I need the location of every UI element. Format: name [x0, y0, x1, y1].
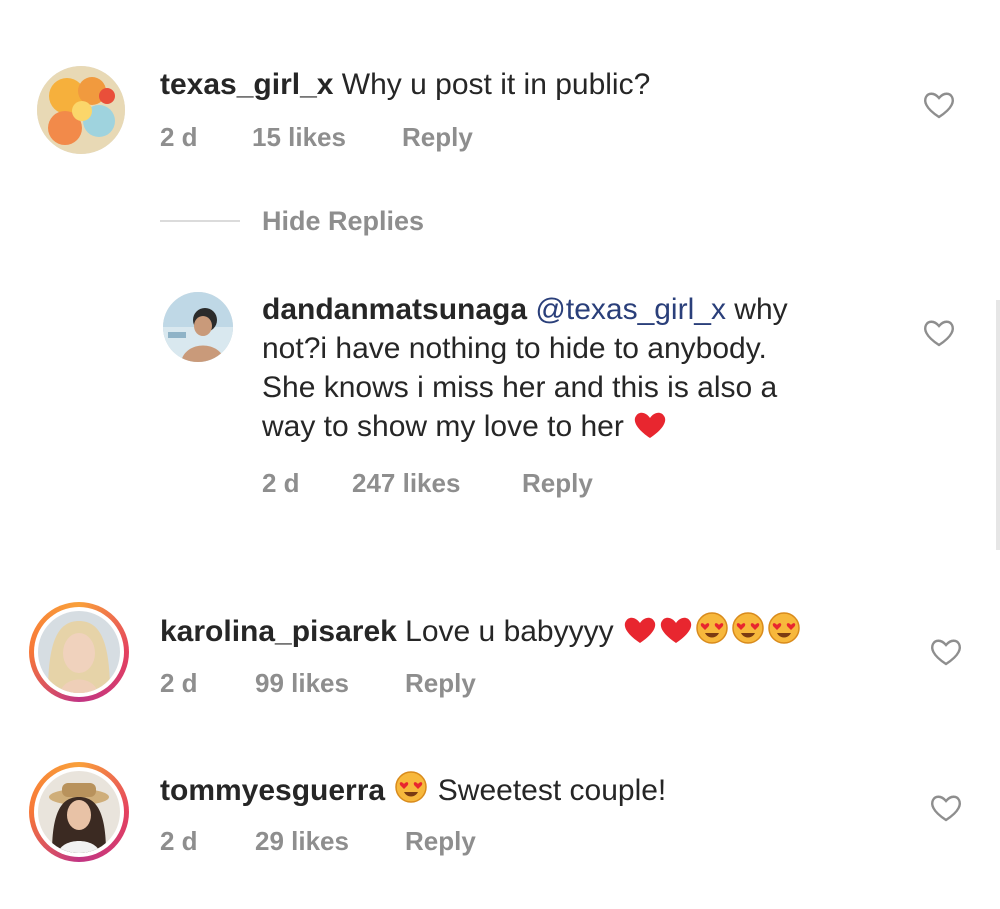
comment-time: 2 d: [160, 122, 198, 152]
comment-reply-button[interactable]: Reply: [405, 826, 476, 857]
comment-likes-count[interactable]: 15 likes: [252, 122, 402, 153]
avatar-story-ring[interactable]: [29, 762, 129, 862]
reply-text-line-2: not?i have nothing to hide to anybody.: [262, 332, 767, 365]
scrollbar[interactable]: [996, 300, 1000, 550]
heart-eyes-emoji-icon: [766, 611, 802, 655]
comment-texas-girl-x: texas_girl_x Why u post it in public? 2 …: [0, 0, 1000, 200]
comment-text: Sweetest couple!: [437, 774, 667, 807]
like-heart-icon[interactable]: [929, 793, 963, 823]
red-heart-emoji-icon: [632, 410, 668, 450]
red-heart-emoji-icon: [622, 615, 658, 655]
reply-text-line-4: way to show my love to her: [262, 410, 624, 443]
hide-replies-label[interactable]: Hide Replies: [262, 206, 424, 237]
heart-eyes-emoji-icon: [694, 611, 730, 655]
reply-line-1: dandanmatsunaga @texas_girl_x why: [262, 290, 788, 329]
like-heart-icon[interactable]: [922, 90, 956, 120]
reply-reply-button[interactable]: Reply: [522, 468, 593, 499]
avatar-story-ring[interactable]: [29, 602, 129, 702]
like-heart-icon[interactable]: [922, 318, 956, 348]
comment-time: 2 d: [160, 668, 198, 698]
comment-reply-button[interactable]: Reply: [402, 122, 473, 153]
avatar[interactable]: [37, 66, 125, 154]
comment-text: Why u post it in public?: [341, 68, 651, 101]
comment-time: 2 d: [160, 826, 198, 856]
heart-eyes-emoji-icon: [730, 611, 766, 655]
avatar: [38, 611, 120, 693]
reply-username[interactable]: dandanmatsunaga: [262, 293, 527, 326]
reply-body: dandanmatsunaga @texas_girl_x why not?i …: [262, 290, 788, 450]
comment-username[interactable]: karolina_pisarek: [160, 615, 397, 648]
comment-likes-count[interactable]: 29 likes: [255, 826, 405, 857]
reply-time: 2 d: [262, 468, 300, 498]
comment-meta: 2 d 15 likes Reply: [160, 122, 473, 153]
heart-eyes-emoji-icon: [393, 770, 429, 814]
comment-meta: 2 d 29 likes Reply: [160, 826, 476, 857]
reply-text-line-3: She knows i miss her and this is also a: [262, 371, 778, 404]
avatar: [38, 771, 120, 853]
comment-likes-count[interactable]: 99 likes: [255, 668, 405, 699]
comment-karolina-pisarek: karolina_pisarek Love u babyyyy 2 d 99 l…: [0, 590, 1000, 730]
reply-likes-count[interactable]: 247 likes: [352, 468, 522, 499]
comment-body: tommyesguerra Sweetest couple!: [160, 770, 666, 814]
reply-line-4: way to show my love to her: [262, 407, 788, 450]
comment-username[interactable]: texas_girl_x: [160, 68, 333, 101]
divider-line: [160, 220, 240, 222]
comment-reply-button[interactable]: Reply: [405, 668, 476, 699]
comment-body: karolina_pisarek Love u babyyyy: [160, 611, 802, 655]
red-heart-emoji-icon: [658, 615, 694, 655]
comment-body: texas_girl_x Why u post it in public?: [160, 65, 650, 104]
reply-mention-link[interactable]: @texas_girl_x: [535, 293, 726, 326]
comment-tommyesguerra: tommyesguerra Sweetest couple! 2 d 29 li…: [0, 750, 1000, 890]
comment-meta: 2 d 99 likes Reply: [160, 668, 476, 699]
avatar[interactable]: [163, 292, 233, 362]
reply-dandanmatsunaga: dandanmatsunaga @texas_girl_x why not?i …: [0, 280, 1000, 510]
hide-replies-toggle[interactable]: Hide Replies: [160, 203, 424, 239]
reply-text-line-1: why: [734, 293, 788, 326]
reply-meta: 2 d 247 likes Reply: [262, 468, 593, 499]
like-heart-icon[interactable]: [929, 637, 963, 667]
comment-username[interactable]: tommyesguerra: [160, 774, 385, 807]
comment-text: Love u babyyyy: [405, 615, 614, 648]
